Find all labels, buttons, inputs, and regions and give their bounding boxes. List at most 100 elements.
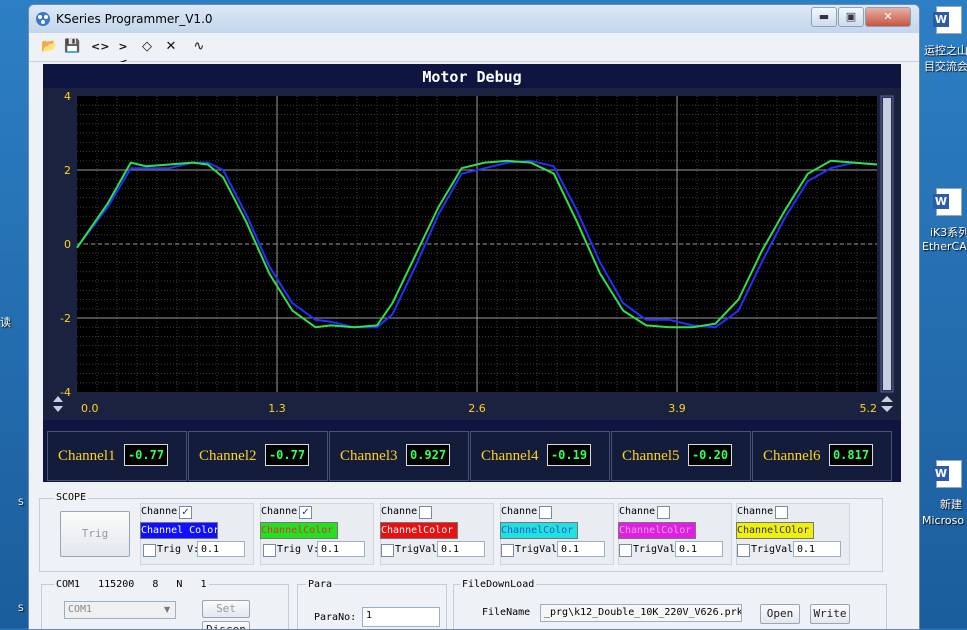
channel-value: 0.817 xyxy=(829,444,873,466)
scope-display: Motor Debug 4 2 0 -2 -4 0.0 1.3 2.6 3.9 5.2 Chann… xyxy=(43,64,901,482)
y-tick-label: -2 xyxy=(60,312,71,325)
com-group: COM1 115200 8 N 1 COM1 ▼ Set Discon xyxy=(41,579,289,629)
expand-vertical-icon[interactable]: ◇ xyxy=(139,39,155,55)
com-port-select[interactable]: COM1 xyxy=(64,601,176,619)
scope-panel-label: SCOPE xyxy=(54,492,89,503)
y-tick-label: 2 xyxy=(64,164,71,177)
trig-button[interactable]: Trig xyxy=(60,511,130,557)
trig-value-input[interactable]: 0.1 xyxy=(197,541,245,557)
plot-area: 4 2 0 -2 -4 0.0 1.3 2.6 3.9 5.2 xyxy=(43,88,901,420)
trig-checkbox[interactable] xyxy=(263,544,276,557)
channel-enable-label: Channe xyxy=(381,506,418,517)
trig-value-input[interactable]: 0.1 xyxy=(793,541,841,557)
shrink-both-icon[interactable]: ✕ xyxy=(163,39,179,55)
channel-enable-label: Channe xyxy=(261,506,298,517)
channel-color-button[interactable]: ChannelColor xyxy=(380,522,458,539)
file-name-input[interactable]: _prg\k12_Double_10K_220V_V626.prk xyxy=(540,604,742,622)
file-download-label: FileDownLoad xyxy=(460,579,537,590)
x-tick-label: 0.0 xyxy=(81,402,99,415)
scope-title: Motor Debug xyxy=(422,68,522,86)
trig-checkbox[interactable] xyxy=(143,544,156,557)
scope-channel-panel-2: Channe ✓ ChannelColor Trig V: 0.1 xyxy=(260,503,374,565)
channel-readout-3: Channel3 0.927 xyxy=(329,431,469,481)
channel-color-button[interactable]: ChannelColor xyxy=(618,522,696,539)
channel-label: Channel6 xyxy=(763,448,821,464)
channel-enable-checkbox[interactable] xyxy=(419,506,432,519)
desktop-icon-word-1[interactable] xyxy=(932,6,966,34)
y-tick-label: 4 xyxy=(64,90,71,103)
x-tick-label: 3.9 xyxy=(668,402,686,415)
channel-enable-checkbox[interactable] xyxy=(775,506,788,519)
desktop-icon-word-2[interactable] xyxy=(932,188,966,216)
title-bar[interactable]: KSeries Programmer_V1.0 ▬ ▣ ✕ xyxy=(29,5,919,33)
maximize-button[interactable]: ▣ xyxy=(838,7,864,27)
channel-readout-2: Channel2 -0.77 xyxy=(188,431,328,481)
scope-channel-panel-1: Channe ✓ Channel Color Trig V: 0.1 xyxy=(140,503,254,565)
open-button[interactable]: Open xyxy=(760,604,800,624)
y-tick-label: -4 xyxy=(60,386,71,399)
word-document-icon xyxy=(933,6,962,34)
expand-horizontal-icon[interactable]: <> xyxy=(91,39,109,55)
desktop-icon-label: Microso xyxy=(922,514,965,527)
desktop-left-label: 读 xyxy=(0,316,11,329)
para-no-input[interactable]: 1 xyxy=(362,607,440,627)
channel-enable-checkbox[interactable]: ✓ xyxy=(179,506,192,519)
trig-value-label: TrigVal xyxy=(751,544,794,555)
channel-label: Channel4 xyxy=(481,448,539,464)
desktop-icon-word-3[interactable] xyxy=(932,460,966,488)
trig-value-input[interactable]: 0.1 xyxy=(675,541,723,557)
para-group: Para ParaNo: 1 xyxy=(297,579,447,629)
disconnect-button[interactable]: Discon xyxy=(202,621,250,629)
channel-label: Channel2 xyxy=(199,448,257,464)
scope-channel-panel-6: Channe ChannelCOlor TrigVal 0.1 xyxy=(736,503,850,565)
scope-channel-panel-5: Channe ChannelColor TrigVal 0.1 xyxy=(618,503,732,565)
trig-checkbox[interactable] xyxy=(501,544,514,557)
trig-value-input[interactable]: 0.1 xyxy=(437,541,485,557)
x-tick-label: 5.2 xyxy=(860,402,878,415)
app-icon xyxy=(36,12,50,26)
close-button[interactable]: ✕ xyxy=(865,7,911,27)
channel-readout-1: Channel1 -0.77 xyxy=(47,431,187,481)
channel-label: Channel3 xyxy=(340,448,398,464)
trig-checkbox[interactable] xyxy=(619,544,632,557)
channel-color-button[interactable]: ChannelColor xyxy=(260,522,338,539)
channel-value: -0.19 xyxy=(547,444,591,466)
channel-enable-checkbox[interactable] xyxy=(539,506,552,519)
channel-label: Channel5 xyxy=(622,448,680,464)
save-icon[interactable]: 💾 xyxy=(64,39,80,55)
desktop-left-label: S xyxy=(18,498,24,508)
word-document-icon xyxy=(933,460,962,488)
set-button[interactable]: Set xyxy=(202,600,250,618)
channel-color-button[interactable]: ChannelCOlor xyxy=(736,522,814,539)
channel-readout-5: Channel5 -0.20 xyxy=(611,431,751,481)
channel-value: 0.927 xyxy=(406,444,450,466)
trig-checkbox[interactable] xyxy=(381,544,394,557)
write-button[interactable]: Write xyxy=(810,604,850,624)
trig-value-label: TrigVal xyxy=(395,544,438,555)
trig-value-input[interactable]: 0.1 xyxy=(317,541,365,557)
channel-label: Channel1 xyxy=(58,448,116,464)
channel-color-button[interactable]: Channel Color xyxy=(140,522,218,539)
client-area: Motor Debug 4 2 0 -2 -4 0.0 1.3 2.6 3.9 5.2 Chann… xyxy=(29,62,919,629)
scroll-up-arrow xyxy=(881,396,893,402)
minimize-button[interactable]: ▬ xyxy=(811,7,837,27)
app-window: KSeries Programmer_V1.0 ▬ ▣ ✕ 📂 💾 <> >< … xyxy=(28,4,920,630)
trig-value-label: TrigVal xyxy=(515,544,558,555)
channel-enable-label: Channe xyxy=(141,506,178,517)
channel-value: -0.20 xyxy=(688,444,732,466)
channel-color-button[interactable]: ChannelColor xyxy=(500,522,578,539)
waveform-icon[interactable]: ∿ xyxy=(191,39,207,55)
zoom-down-arrow xyxy=(53,406,63,412)
trig-checkbox[interactable] xyxy=(737,544,750,557)
shrink-horizontal-icon[interactable]: >< xyxy=(115,39,131,69)
desktop-icon-label: 目交流会 xyxy=(924,60,967,73)
window-title: KSeries Programmer_V1.0 xyxy=(56,12,213,26)
motor-chart[interactable]: 4 2 0 -2 -4 0.0 1.3 2.6 3.9 5.2 xyxy=(43,88,901,420)
channel-enable-checkbox[interactable] xyxy=(657,506,670,519)
channel-enable-checkbox[interactable]: ✓ xyxy=(299,506,312,519)
desktop-icon-label: iK3系列 xyxy=(930,226,967,239)
scroll-thumb xyxy=(883,98,891,390)
trig-value-input[interactable]: 0.1 xyxy=(557,541,605,557)
open-folder-icon[interactable]: 📂 xyxy=(41,39,57,55)
channel-readout-4: Channel4 -0.19 xyxy=(470,431,610,481)
